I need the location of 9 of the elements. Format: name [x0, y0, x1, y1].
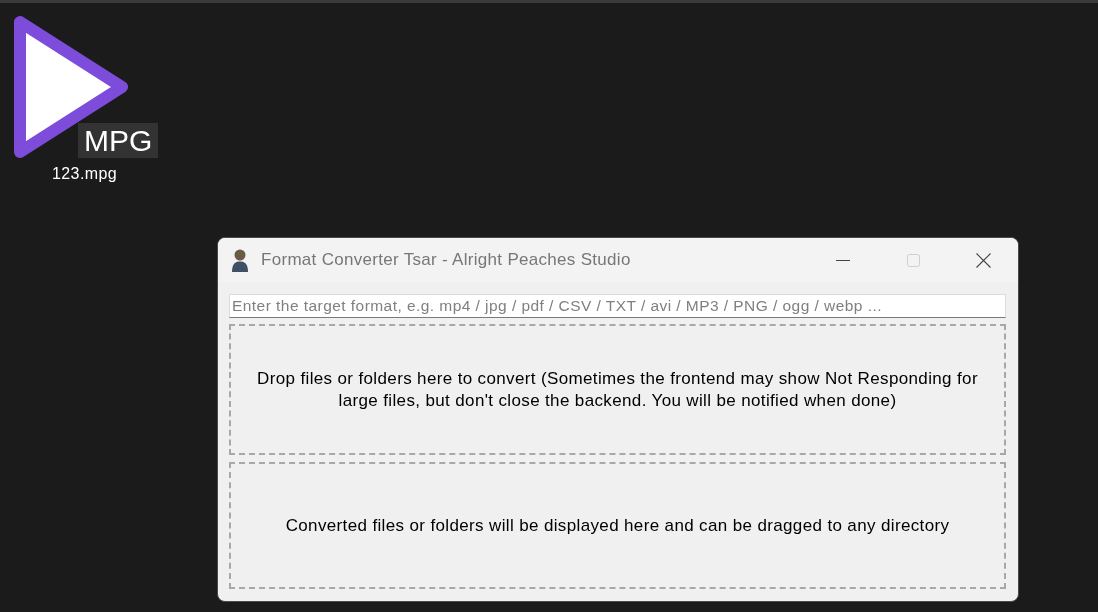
output-zone[interactable]: Converted files or folders will be displayed here and can be dragged to any directory [229, 462, 1006, 589]
file-type-badge: MPG [78, 123, 159, 158]
file-name-label[interactable]: 123.mpg [52, 165, 118, 183]
window-title: Format Converter Tsar - Alright Peaches Studio [261, 250, 632, 270]
output-hint: Converted files or folders will be displayed here and can be dragged to any directory [285, 514, 950, 537]
drop-instructions: Drop files or folders here to convert (Sometimes the frontend may show Not Responding for large files, but don't close the backend. You will be notified when done) [256, 367, 979, 412]
drop-zone[interactable]: Drop files or folders here to convert (Sometimes the frontend may show Not Responding for large files, but don't close the backend. You will be notified when done) [229, 324, 1006, 455]
format-input[interactable]: Enter the target format, e.g. mp4 / jpg / pdf / CSV / TXT / avi / MP3 / PNG / ogg / webp ... [229, 294, 1006, 318]
person-silhouette-icon [231, 248, 249, 272]
